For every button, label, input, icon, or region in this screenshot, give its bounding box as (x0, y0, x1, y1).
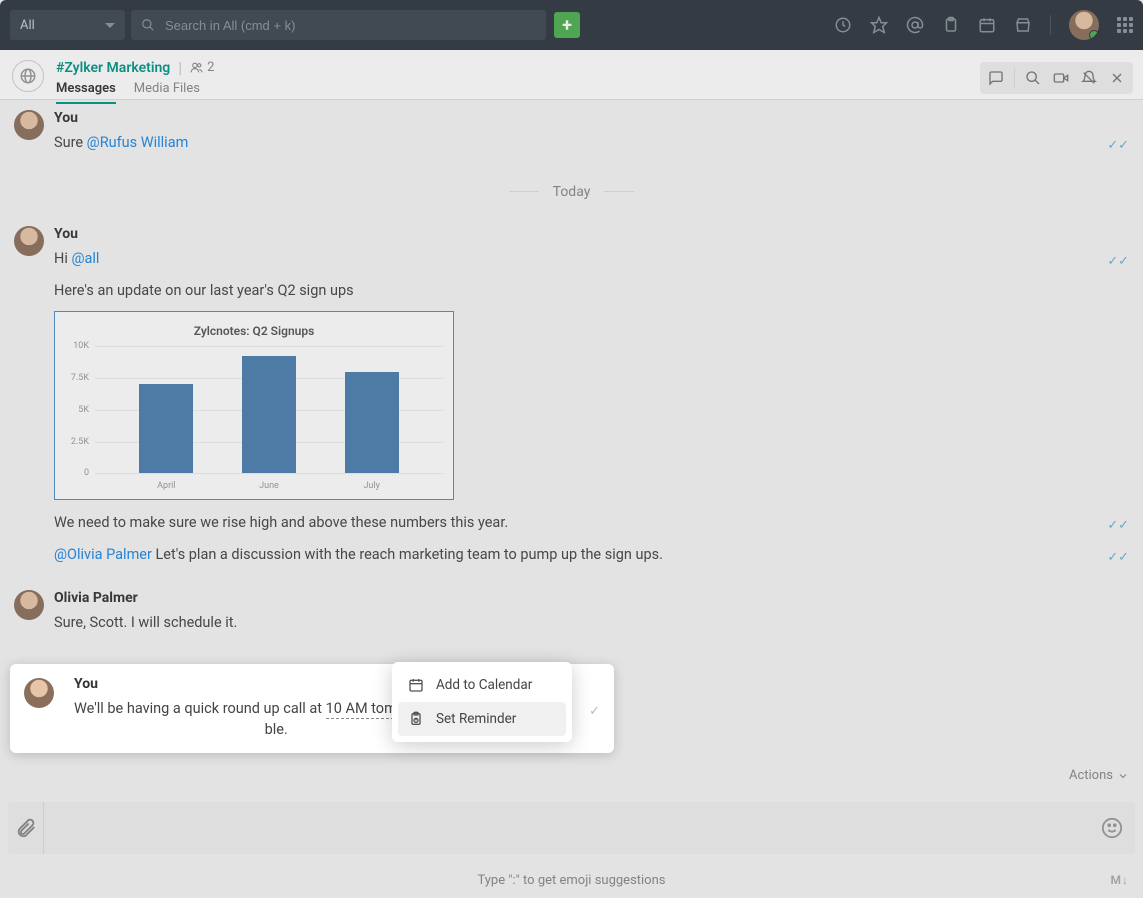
plus-icon: + (562, 15, 572, 36)
menu-item-label: Set Reminder (436, 711, 516, 727)
header-icons (834, 10, 1133, 40)
attach-button[interactable] (8, 802, 44, 854)
user-avatar[interactable] (1069, 10, 1099, 40)
menu-set-reminder[interactable]: Set Reminder (398, 702, 566, 736)
calendar-icon[interactable] (978, 16, 996, 34)
emoji-button[interactable] (1101, 817, 1123, 839)
markdown-toggle[interactable]: M↓ (1111, 873, 1130, 887)
people-icon (190, 61, 203, 74)
channel-members[interactable]: 2 (190, 60, 214, 75)
avatar[interactable] (14, 226, 44, 256)
avatar[interactable] (24, 678, 54, 708)
menu-item-label: Add to Calendar (436, 677, 532, 693)
read-check-icon: ✓✓ (1107, 548, 1129, 568)
header-divider (1050, 15, 1051, 35)
star-icon[interactable] (870, 16, 888, 34)
channel-action-bar (980, 62, 1133, 94)
search-channel-icon[interactable] (1021, 66, 1045, 90)
channel-header: #Zylker Marketing | 2 Messages Media Fil… (0, 50, 1143, 100)
calendar-icon (408, 677, 424, 693)
mention-all[interactable]: @all (71, 250, 99, 267)
apps-icon[interactable] (1117, 17, 1133, 33)
channel-name[interactable]: #Zylker Marketing (56, 60, 170, 76)
scope-dropdown-label: All (20, 18, 35, 33)
chart-title: Zylcnotes: Q2 Signups (65, 324, 443, 338)
emoji-hint-bar: Type ":" to get emoji suggestions M↓ (0, 862, 1143, 898)
chart-area: 10K7.5K5K2.5K0 AprilJuneJuly (95, 346, 443, 491)
message-item: You Hi @all ✓✓ Here's an update on our l… (14, 226, 1129, 576)
app-header: All + (0, 0, 1143, 50)
chart-bar (242, 356, 296, 473)
message-sender: You (54, 226, 1129, 242)
search-icon (141, 18, 155, 32)
paperclip-icon (15, 817, 37, 839)
chevron-down-icon (1117, 770, 1129, 782)
clipboard-icon[interactable] (942, 16, 960, 34)
caret-down-icon (105, 23, 115, 28)
mention-icon[interactable] (906, 16, 924, 34)
reminder-icon (408, 711, 424, 727)
actions-label: Actions (1069, 768, 1113, 783)
chart-card[interactable]: Zylcnotes: Q2 Signups 10K7.5K5K2.5K0 Apr… (54, 311, 454, 500)
message-text: @Olivia Palmer Let's plan a discussion w… (54, 544, 1129, 566)
avatar[interactable] (14, 590, 44, 620)
message-text: Sure @Rufus William ✓✓ (54, 132, 1129, 154)
read-check-icon: ✓✓ (1107, 516, 1129, 536)
compose-input[interactable] (54, 820, 1101, 836)
market-icon[interactable] (1014, 16, 1032, 34)
globe-icon (19, 67, 37, 85)
day-divider: Today (14, 184, 1129, 200)
message-text: Sure, Scott. I will schedule it. (54, 612, 1129, 634)
compose-box (8, 802, 1135, 854)
search-input-wrap[interactable] (131, 10, 546, 40)
chart-bar (345, 372, 399, 474)
close-icon[interactable] (1105, 66, 1129, 90)
message-item: You Sure @Rufus William ✓✓ (14, 110, 1129, 164)
message-text: We need to make sure we rise high and ab… (54, 512, 1129, 534)
read-check-icon: ✓✓ (1107, 136, 1129, 156)
channel-avatar[interactable] (12, 60, 44, 92)
message-text: Hi @all ✓✓ (54, 248, 1129, 270)
avatar[interactable] (14, 110, 44, 140)
smile-icon (1101, 817, 1123, 839)
day-label: Today (553, 184, 591, 200)
message-sender: You (54, 110, 1129, 126)
scope-dropdown[interactable]: All (10, 10, 125, 40)
sent-check-icon: ✓ (589, 702, 600, 722)
chat-icon[interactable] (984, 66, 1008, 90)
mention[interactable]: @Rufus William (87, 134, 189, 151)
chart-bar (139, 384, 193, 473)
message-sender: Olivia Palmer (54, 590, 1129, 606)
mute-icon[interactable] (1077, 66, 1101, 90)
context-menu: Add to Calendar Set Reminder (392, 662, 572, 742)
separator: | (178, 58, 182, 77)
read-check-icon: ✓✓ (1107, 252, 1129, 272)
message-text: Here's an update on our last year's Q2 s… (54, 280, 1129, 302)
mention[interactable]: @Olivia Palmer (54, 546, 152, 563)
search-input[interactable] (165, 18, 536, 33)
add-button[interactable]: + (554, 12, 580, 38)
actions-dropdown[interactable]: Actions (1069, 768, 1129, 783)
history-icon[interactable] (834, 16, 852, 34)
member-count: 2 (207, 60, 214, 75)
message-item: Olivia Palmer Sure, Scott. I will schedu… (14, 590, 1129, 644)
video-icon[interactable] (1049, 66, 1073, 90)
emoji-hint-text: Type ":" to get emoji suggestions (477, 873, 665, 888)
menu-add-to-calendar[interactable]: Add to Calendar (398, 668, 566, 702)
